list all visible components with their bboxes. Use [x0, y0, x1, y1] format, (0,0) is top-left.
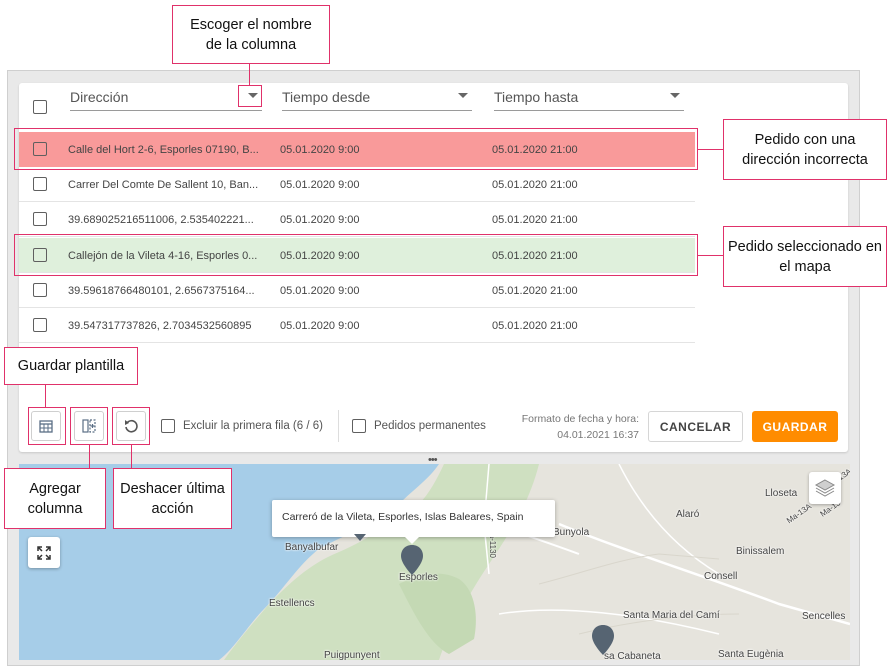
- annotation-undo-last: Deshacer última acción: [113, 468, 232, 529]
- table-row[interactable]: Carrer Del Comte De Sallent 10, Ban... 0…: [19, 167, 695, 202]
- exclude-first-row-label: Excluir la primera fila (6 / 6): [183, 420, 323, 432]
- save-button[interactable]: GUARDAR: [752, 411, 838, 442]
- annotation-connector: [698, 149, 724, 150]
- date-format-label: Formato de fecha y hora:: [521, 413, 639, 425]
- row-time-from: 05.01.2020 9:00: [280, 214, 360, 226]
- map-place-banyalbufar: Banyalbufar: [285, 542, 339, 553]
- table-row[interactable]: 39.689025216511006, 2.535402221... 05.01…: [19, 202, 695, 237]
- map-place-lloseta: Lloseta: [765, 488, 798, 499]
- expand-icon: [37, 545, 51, 560]
- map-place-santa-eugenia: Santa Eugènia: [718, 649, 784, 660]
- date-format-value: 04.01.2021 16:37: [557, 429, 639, 441]
- annotation-connector: [131, 445, 132, 468]
- annotation-connector: [249, 64, 250, 85]
- column-header-time-from-label: Tiempo desde: [282, 89, 371, 105]
- map-place-consell: Consell: [704, 571, 738, 582]
- fullscreen-button[interactable]: [28, 537, 60, 568]
- row-checkbox[interactable]: [33, 177, 47, 191]
- annotation-highlight-add-column: [70, 407, 108, 445]
- annotation-save-template: Guardar plantilla: [4, 347, 138, 385]
- table-row[interactable]: 39.547317737826, 2.7034532560895 05.01.2…: [19, 308, 695, 343]
- annotation-selected-on-map: Pedido seleccionado en el mapa: [723, 226, 887, 287]
- select-all-checkbox[interactable]: [33, 100, 47, 114]
- map-place-santa-maria: Santa Maria del Camí: [623, 610, 720, 621]
- map-popup: Carreró de la Vileta, Esporles, Islas Ba…: [272, 500, 555, 537]
- map-pin-icon[interactable]: [400, 544, 424, 576]
- annotation-connector: [45, 385, 46, 407]
- permanent-orders-label: Pedidos permanentes: [374, 420, 486, 432]
- layers-icon: [814, 479, 836, 497]
- toolbar-divider: [338, 410, 339, 442]
- cancel-button[interactable]: CANCELAR: [648, 411, 743, 442]
- map-popup-arrow: [405, 537, 419, 544]
- annotation-wrong-address: Pedido con una dirección incorrecta: [723, 119, 887, 180]
- map-place-alaro: Alaró: [676, 509, 700, 520]
- row-time-from: 05.01.2020 9:00: [280, 179, 360, 191]
- row-time-from: 05.01.2020 9:00: [280, 285, 360, 297]
- annotation-add-column: Agregar columna: [4, 468, 106, 529]
- table-row[interactable]: 39.59618766480101, 2.6567375164... 05.01…: [19, 273, 695, 308]
- row-time-to: 05.01.2020 21:00: [492, 320, 578, 332]
- row-checkbox[interactable]: [33, 212, 47, 226]
- map-place-estellencs: Estellencs: [269, 598, 315, 609]
- annotation-save-template-text: Guardar plantilla: [17, 358, 125, 374]
- annotation-highlight-save-template: [28, 407, 66, 445]
- annotation-highlight-error-row: [14, 128, 698, 170]
- annotation-choose-column: Escoger el nombre de la columna: [172, 5, 330, 64]
- row-address: 39.547317737826, 2.7034532560895: [68, 320, 252, 332]
- row-checkbox[interactable]: [33, 283, 47, 297]
- annotation-connector: [89, 445, 90, 468]
- row-checkbox[interactable]: [33, 318, 47, 332]
- row-time-from: 05.01.2020 9:00: [280, 320, 360, 332]
- annotation-undo-last-text: Deshacer última acción: [120, 480, 225, 517]
- chevron-down-icon[interactable]: [670, 93, 680, 98]
- annotation-highlight-selected-row: [14, 234, 698, 276]
- column-header-time-to-label: Tiempo hasta: [494, 89, 579, 105]
- map-place-sencelles: Sencelles: [802, 611, 846, 622]
- column-header-address-label: Dirección: [70, 89, 129, 105]
- map-place-bunyola: Bunyola: [553, 527, 590, 538]
- annotation-add-column-text: Agregar columna: [27, 480, 83, 517]
- column-header-time-to[interactable]: Tiempo hasta: [494, 85, 684, 111]
- chevron-down-icon[interactable]: [458, 93, 468, 98]
- row-time-to: 05.01.2020 21:00: [492, 179, 578, 191]
- map-place-binissalem: Binissalem: [736, 546, 785, 557]
- permanent-orders-checkbox[interactable]: [352, 419, 366, 433]
- annotation-choose-column-text: Escoger el nombre de la columna: [190, 16, 312, 53]
- row-address: 39.59618766480101, 2.6567375164...: [68, 285, 255, 297]
- annotation-selected-on-map-text: Pedido seleccionado en el mapa: [728, 238, 882, 275]
- map-popup-text: Carreró de la Vileta, Esporles, Islas Ba…: [282, 511, 524, 523]
- column-header-address[interactable]: Dirección: [70, 85, 262, 111]
- annotation-connector: [698, 255, 724, 256]
- column-header-time-from[interactable]: Tiempo desde: [282, 85, 472, 111]
- row-time-to: 05.01.2020 21:00: [492, 285, 578, 297]
- map-pin-partial-icon: [354, 534, 366, 541]
- row-address: 39.689025216511006, 2.535402221...: [68, 214, 254, 226]
- row-address: Carrer Del Comte De Sallent 10, Ban...: [68, 179, 259, 191]
- row-time-to: 05.01.2020 21:00: [492, 214, 578, 226]
- map-pin-icon[interactable]: [591, 624, 615, 656]
- annotation-highlight-column-caret: [238, 85, 262, 107]
- annotation-highlight-undo: [112, 407, 150, 445]
- annotation-wrong-address-text: Pedido con una dirección incorrecta: [742, 131, 868, 168]
- exclude-first-row-checkbox[interactable]: [161, 419, 175, 433]
- layers-button[interactable]: [809, 472, 841, 504]
- map-place-puigpunyent: Puigpunyent: [324, 650, 380, 660]
